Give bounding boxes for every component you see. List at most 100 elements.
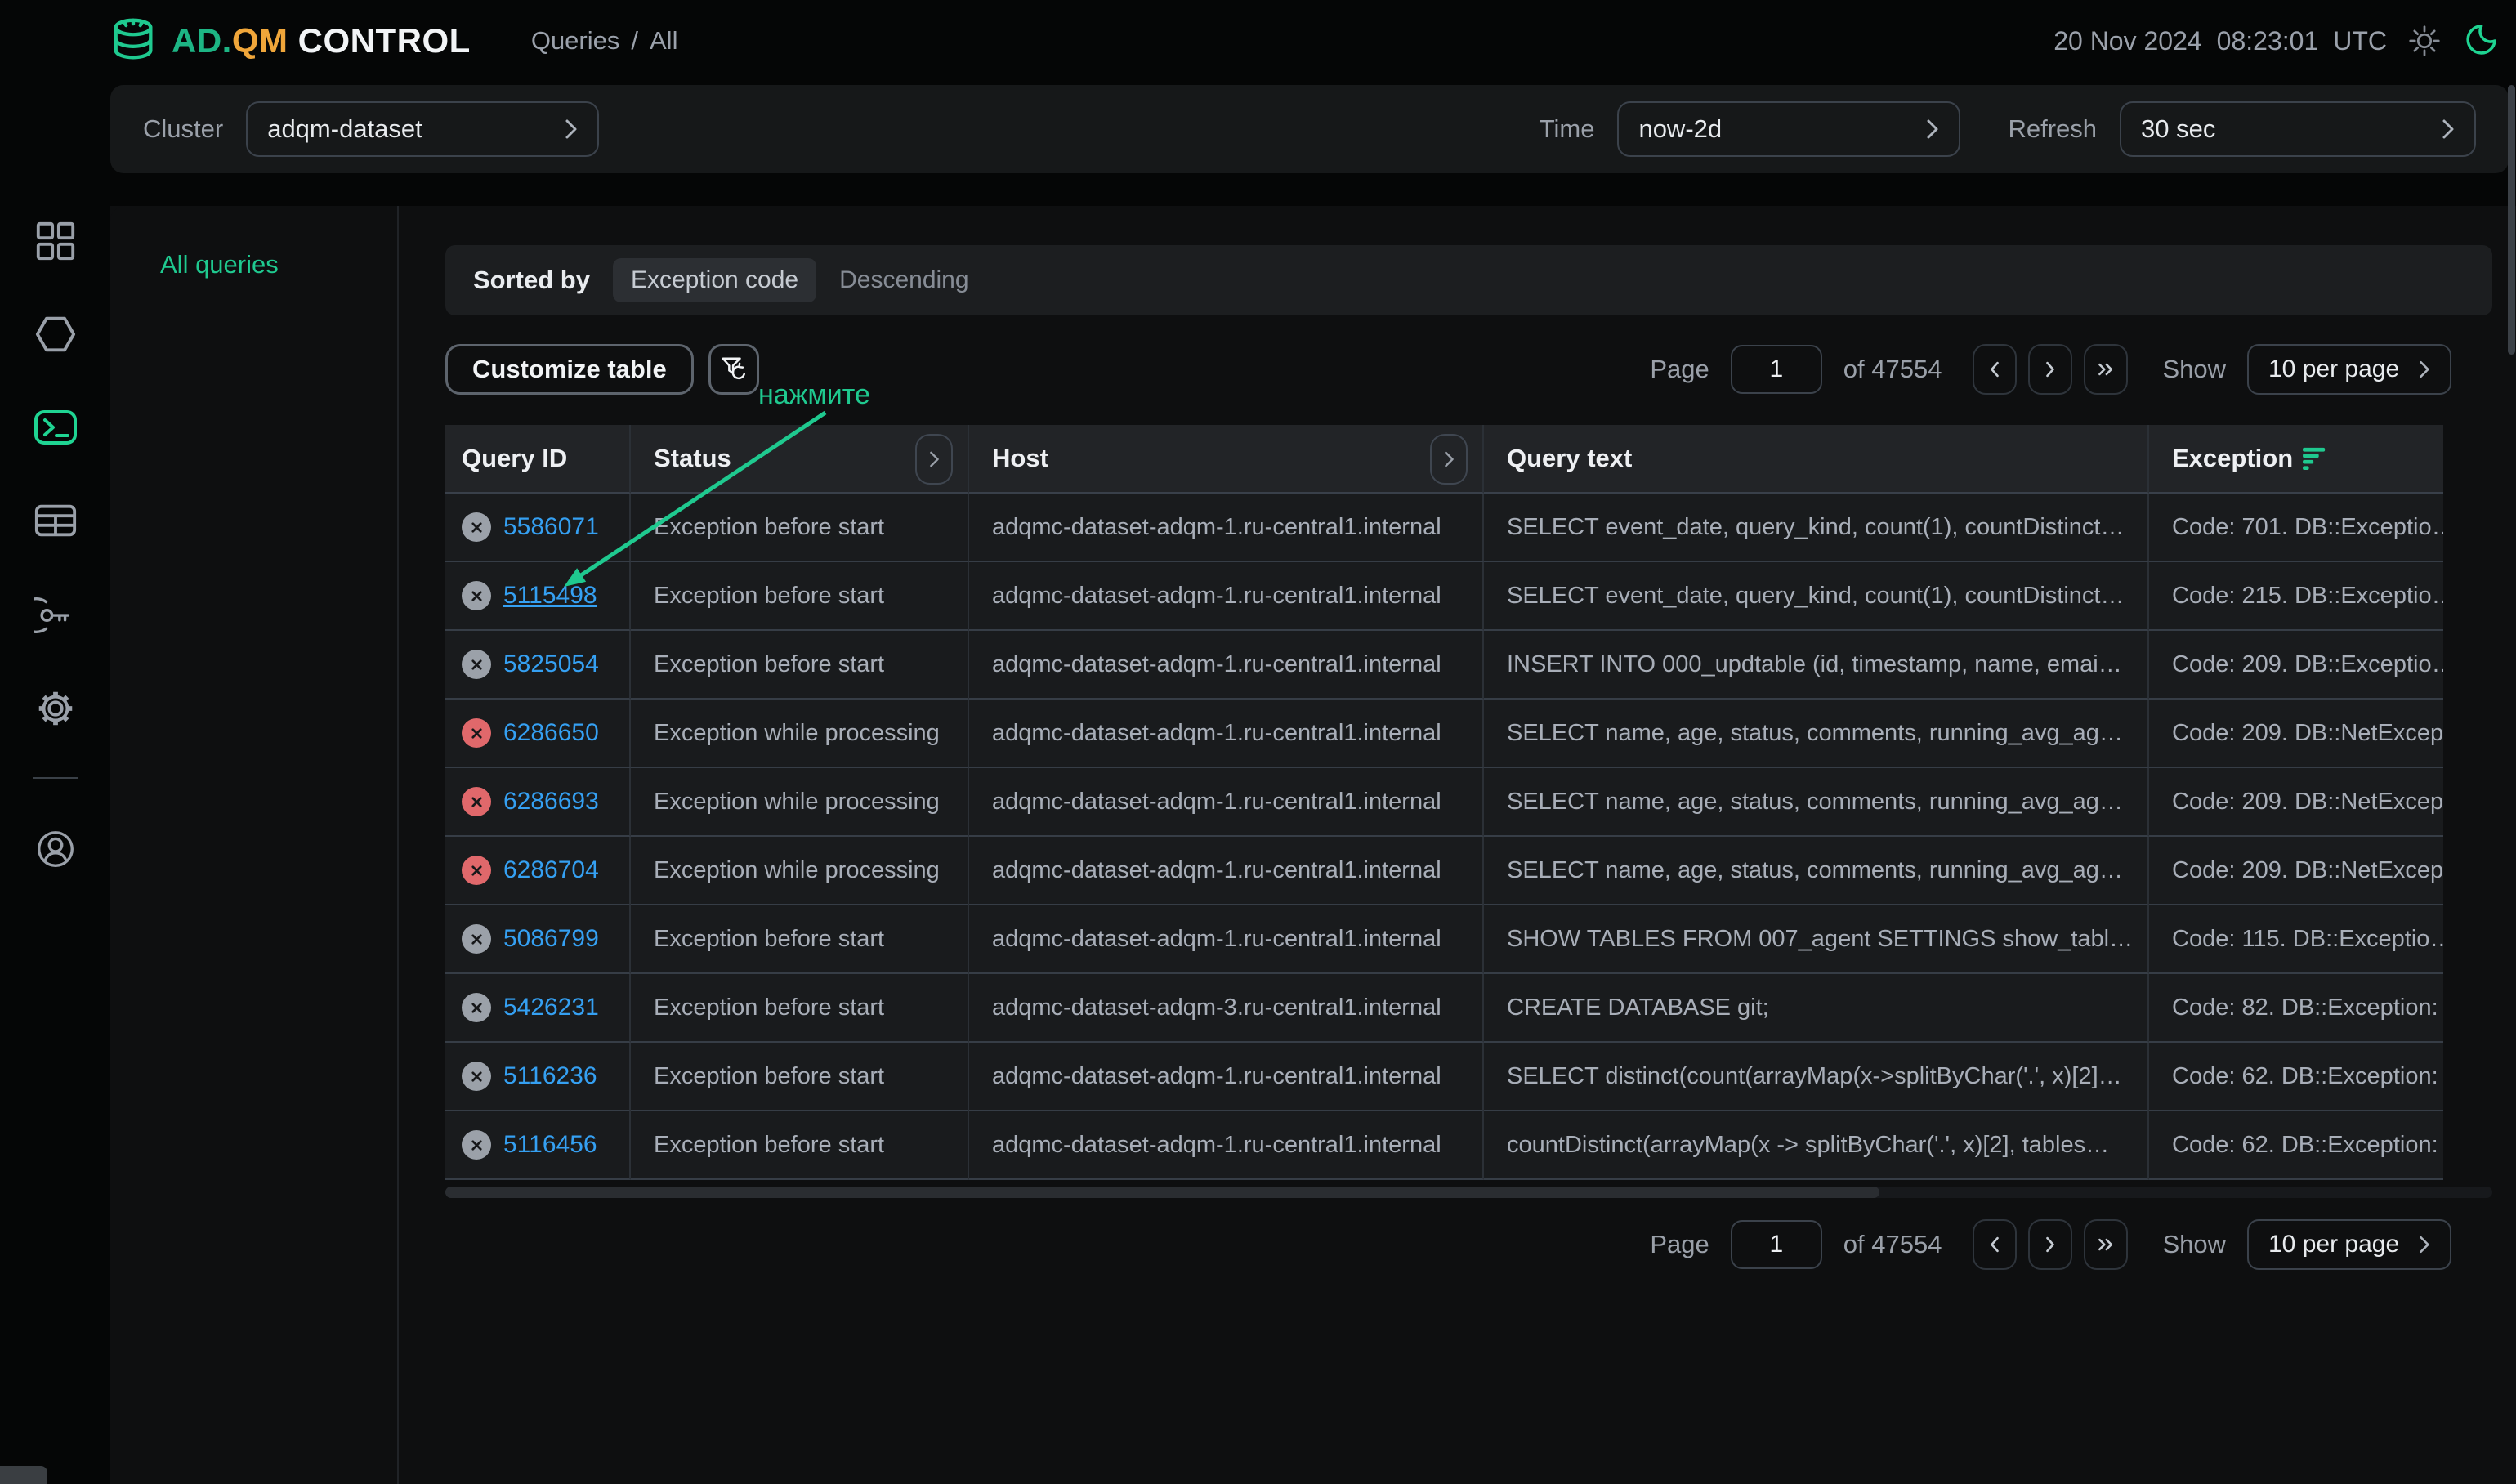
table-row: 6286693 Exception while processing adqmc… [445, 768, 2443, 837]
horizontal-scrollbar-thumb[interactable] [445, 1187, 1879, 1198]
host-cell: adqmc-dataset-adqm-1.ru-central1.interna… [969, 631, 1484, 700]
time-text: 08:23:01 [2217, 26, 2319, 56]
sidebar-item-account[interactable] [32, 825, 79, 873]
status-cell: Exception before start [631, 974, 969, 1043]
cross-in-circle-icon [462, 787, 491, 816]
query-id-link[interactable]: 5116236 [503, 1062, 597, 1090]
status-cell: Exception before start [631, 1111, 969, 1180]
table-row: 5116456 Exception before start adqmc-dat… [445, 1111, 2443, 1180]
page-total: of 47554 [1843, 355, 1942, 384]
exception-cell: Code: 115. DB::Exceptio… [2149, 905, 2443, 974]
topbar: AD.QM CONTROL Queries / All 20 Nov 2024 … [0, 0, 2516, 82]
exception-cell: Code: 209. DB::NetExcep… [2149, 837, 2443, 905]
sidebar-item-dashboard[interactable] [32, 217, 79, 265]
host-cell: adqmc-dataset-adqm-3.ru-central1.interna… [969, 974, 1484, 1043]
next-page-button[interactable] [2028, 344, 2072, 395]
brand-logo[interactable]: AD.QM CONTROL [108, 16, 471, 66]
sidebar-item-settings[interactable] [32, 685, 79, 732]
cross-in-circle-icon [462, 512, 491, 542]
column-label: Status [654, 444, 731, 473]
datetime-display: 20 Nov 2024 08:23:01 UTC [2053, 26, 2387, 56]
exception-cell: Code: 82. DB::Exception: … [2149, 974, 2443, 1043]
query-id-cell: 5116236 [445, 1043, 631, 1111]
table-row: 5426231 Exception before start adqmc-dat… [445, 974, 2443, 1043]
time-range-select[interactable]: now-2d [1617, 101, 1960, 157]
host-filter-chevron-button[interactable] [1430, 434, 1468, 485]
column-label: Query ID [462, 444, 567, 473]
sidebar-item-queries[interactable] [32, 404, 79, 451]
query-id-link[interactable]: 5086799 [503, 925, 599, 953]
query-text-cell: SELECT event_date, query_kind, count(1),… [1484, 562, 2149, 631]
sidebar-item-nodes[interactable] [32, 311, 79, 358]
refresh-interval-select[interactable]: 30 sec [2120, 101, 2476, 157]
status-filter-chevron-button[interactable] [915, 434, 953, 485]
refresh-interval-value: 30 sec [2141, 114, 2442, 144]
query-id-link[interactable]: 5825054 [503, 650, 599, 678]
sidebar-item-tables[interactable] [32, 497, 79, 544]
status-cell: Exception while processing [631, 700, 969, 768]
query-id-cell: 5825054 [445, 631, 631, 700]
page-number-input[interactable] [1731, 345, 1822, 394]
page-label: Page [1650, 1230, 1709, 1259]
exception-cell: Code: 215. DB::Exceptio… [2149, 562, 2443, 631]
query-id-link[interactable]: 6286693 [503, 788, 599, 816]
status-cell: Exception while processing [631, 837, 969, 905]
per-page-select[interactable]: 10 per page [2247, 1219, 2451, 1270]
sort-field-chip[interactable]: Exception code [613, 258, 816, 302]
last-page-button[interactable] [2084, 1219, 2128, 1270]
query-id-link[interactable]: 6286704 [503, 856, 599, 884]
query-id-cell: 5586071 [445, 494, 631, 562]
host-cell: adqmc-dataset-adqm-1.ru-central1.interna… [969, 1043, 1484, 1111]
sun-theme-icon[interactable] [2408, 25, 2441, 57]
query-id-link[interactable]: 6286650 [503, 719, 599, 747]
reset-filters-button[interactable] [708, 344, 759, 395]
query-text-cell: SHOW TABLES FROM 007_agent SETTINGS show… [1484, 905, 2149, 974]
filter-reset-icon [720, 355, 748, 383]
last-page-button[interactable] [2084, 344, 2128, 395]
page-total: of 47554 [1843, 1230, 1942, 1259]
prev-page-button[interactable] [1973, 1219, 2017, 1270]
next-page-button[interactable] [2028, 1219, 2072, 1270]
pagination-bottom-wrap: Page of 47554 Show 10 per page [445, 1219, 2451, 1270]
host-cell: adqmc-dataset-adqm-1.ru-central1.interna… [969, 905, 1484, 974]
subnav-all-queries[interactable]: All queries [160, 250, 279, 279]
per-page-select[interactable]: 10 per page [2247, 344, 2451, 395]
table-header-row: Query ID Status Host Query text Exceptio… [445, 425, 2443, 494]
cross-in-circle-icon [462, 718, 491, 748]
page-number-input[interactable] [1731, 1220, 1822, 1269]
column-label: Host [992, 444, 1048, 473]
host-cell: adqmc-dataset-adqm-1.ru-central1.interna… [969, 1111, 1484, 1180]
query-id-cell: 5115498 [445, 562, 631, 631]
query-id-link[interactable]: 5586071 [503, 513, 599, 541]
chevron-right-icon [565, 118, 578, 140]
chevron-right-icon [2442, 118, 2455, 140]
table-row: 5086799 Exception before start adqmc-dat… [445, 905, 2443, 974]
app-root: AD.QM CONTROL Queries / All 20 Nov 2024 … [0, 0, 2516, 1484]
status-cell: Exception before start [631, 905, 969, 974]
prev-page-button[interactable] [1973, 344, 2017, 395]
status-cell: Exception before start [631, 631, 969, 700]
show-label: Show [2162, 355, 2226, 384]
query-id-link[interactable]: 5116456 [503, 1131, 597, 1159]
query-id-link[interactable]: 5115498 [503, 582, 597, 610]
cross-in-circle-icon [462, 993, 491, 1022]
breadcrumb-section[interactable]: Queries [531, 26, 620, 56]
status-cell: Exception before start [631, 1043, 969, 1111]
page-label: Page [1650, 355, 1709, 384]
moon-theme-icon[interactable] [2462, 23, 2498, 59]
query-text-cell: CREATE DATABASE git; [1484, 974, 2149, 1043]
sidebar-item-access-keys[interactable] [32, 592, 79, 639]
vertical-scrollbar-thumb[interactable] [2508, 85, 2515, 355]
table-row: 5825054 Exception before start adqmc-dat… [445, 631, 2443, 700]
column-header-query-id: Query ID [445, 425, 631, 494]
customize-table-button[interactable]: Customize table [445, 344, 694, 395]
sort-descending-icon[interactable] [2303, 447, 2327, 470]
column-header-status: Status [631, 425, 969, 494]
exception-cell: Code: 62. DB::Exception: … [2149, 1043, 2443, 1111]
breadcrumb-page[interactable]: All [650, 26, 677, 56]
sort-direction-toggle[interactable]: Descending [839, 266, 968, 294]
query-text-cell: SELECT event_date, query_kind, count(1),… [1484, 494, 2149, 562]
query-id-link[interactable]: 5426231 [503, 994, 599, 1021]
cluster-select[interactable]: adqm-dataset [246, 101, 599, 157]
status-corner-box [0, 1466, 47, 1484]
